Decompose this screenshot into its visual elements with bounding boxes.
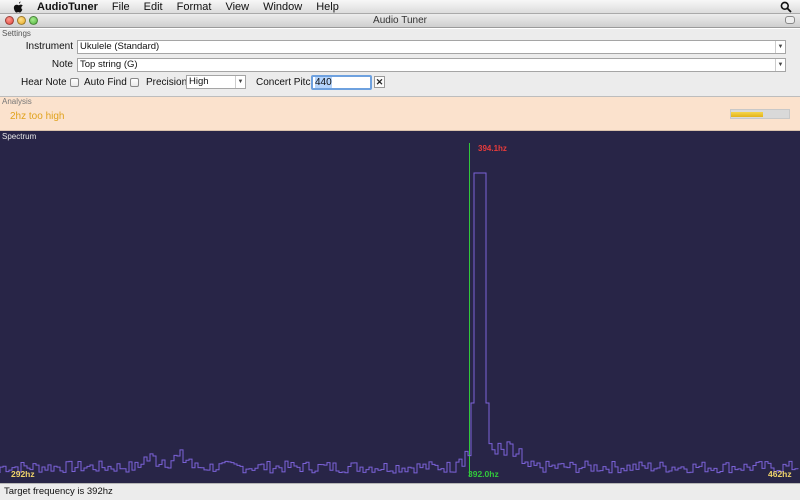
note-select[interactable]: Top string (G) ▼ xyxy=(77,58,786,72)
precision-value: High xyxy=(189,76,209,87)
auto-find-option[interactable]: Auto Find xyxy=(84,74,139,90)
peak-frequency-label: 394.1hz xyxy=(478,144,507,153)
spectrum-graph xyxy=(0,143,799,477)
concert-pitch-value: 440 xyxy=(315,77,332,88)
minimize-window-button[interactable] xyxy=(17,16,26,25)
close-window-button[interactable] xyxy=(5,16,14,25)
menu-edit[interactable]: Edit xyxy=(137,0,170,14)
instrument-value: Ukulele (Standard) xyxy=(80,41,160,52)
apple-icon[interactable] xyxy=(11,0,25,14)
tuning-level-meter xyxy=(730,109,790,119)
window-title: Audio Tuner xyxy=(373,15,427,26)
window-controls xyxy=(5,16,38,25)
hear-note-label: Hear Note xyxy=(21,76,67,88)
analysis-section-label: Analysis xyxy=(2,97,32,106)
chevron-down-icon: ▼ xyxy=(775,41,785,53)
target-frequency-label: 392.0hz xyxy=(468,469,499,479)
instrument-label: Instrument xyxy=(25,41,73,52)
toolbar-toggle-button[interactable] xyxy=(785,16,795,24)
menu-help[interactable]: Help xyxy=(309,0,346,14)
status-bar: Target frequency is 392hz xyxy=(0,483,800,500)
concert-pitch-label: Concert Pitch xyxy=(256,77,317,88)
spectrum-min-label: 292hz xyxy=(11,469,35,479)
menu-file[interactable]: File xyxy=(105,0,137,14)
status-text: Target frequency is 392hz xyxy=(4,486,113,497)
settings-panel: Settings Instrument Ukulele (Standard) ▼… xyxy=(0,29,800,97)
chevron-down-icon: ▼ xyxy=(775,59,785,71)
note-value: Top string (G) xyxy=(80,59,138,70)
close-icon: ✕ xyxy=(375,76,384,87)
menu-format[interactable]: Format xyxy=(170,0,219,14)
clear-pitch-button[interactable]: ✕ xyxy=(374,76,385,88)
spectrum-panel: Spectrum 292hz 462hz 392.0hz 394.1hz xyxy=(0,131,800,483)
chevron-down-icon: ▼ xyxy=(235,76,245,88)
spectrum-trace xyxy=(0,172,799,474)
hear-note-checkbox[interactable] xyxy=(69,77,79,87)
tuning-level-fill xyxy=(731,112,763,117)
settings-section-label: Settings xyxy=(2,29,31,38)
precision-label: Precision xyxy=(146,77,188,88)
concert-pitch-input[interactable]: 440 xyxy=(311,75,372,90)
menu-view[interactable]: View xyxy=(218,0,256,14)
precision-select[interactable]: High ▼ xyxy=(186,75,246,89)
menu-bar: AudioTuner File Edit Format View Window … xyxy=(0,0,800,14)
spotlight-search-icon[interactable] xyxy=(780,1,792,13)
spectrum-max-label: 462hz xyxy=(768,469,792,479)
menu-window[interactable]: Window xyxy=(256,0,309,14)
analysis-panel: Analysis 2hz too high xyxy=(0,97,800,131)
auto-find-label: Auto Find xyxy=(84,76,127,88)
zoom-window-button[interactable] xyxy=(29,16,38,25)
auto-find-checkbox[interactable] xyxy=(129,77,139,87)
menu-app-name[interactable]: AudioTuner xyxy=(33,0,105,14)
tuning-message: 2hz too high xyxy=(10,111,65,122)
note-label: Note xyxy=(51,59,73,70)
hear-note-option[interactable]: Hear Note xyxy=(21,74,79,90)
window-title-bar: Audio Tuner xyxy=(0,14,800,28)
instrument-select[interactable]: Ukulele (Standard) ▼ xyxy=(77,40,786,54)
